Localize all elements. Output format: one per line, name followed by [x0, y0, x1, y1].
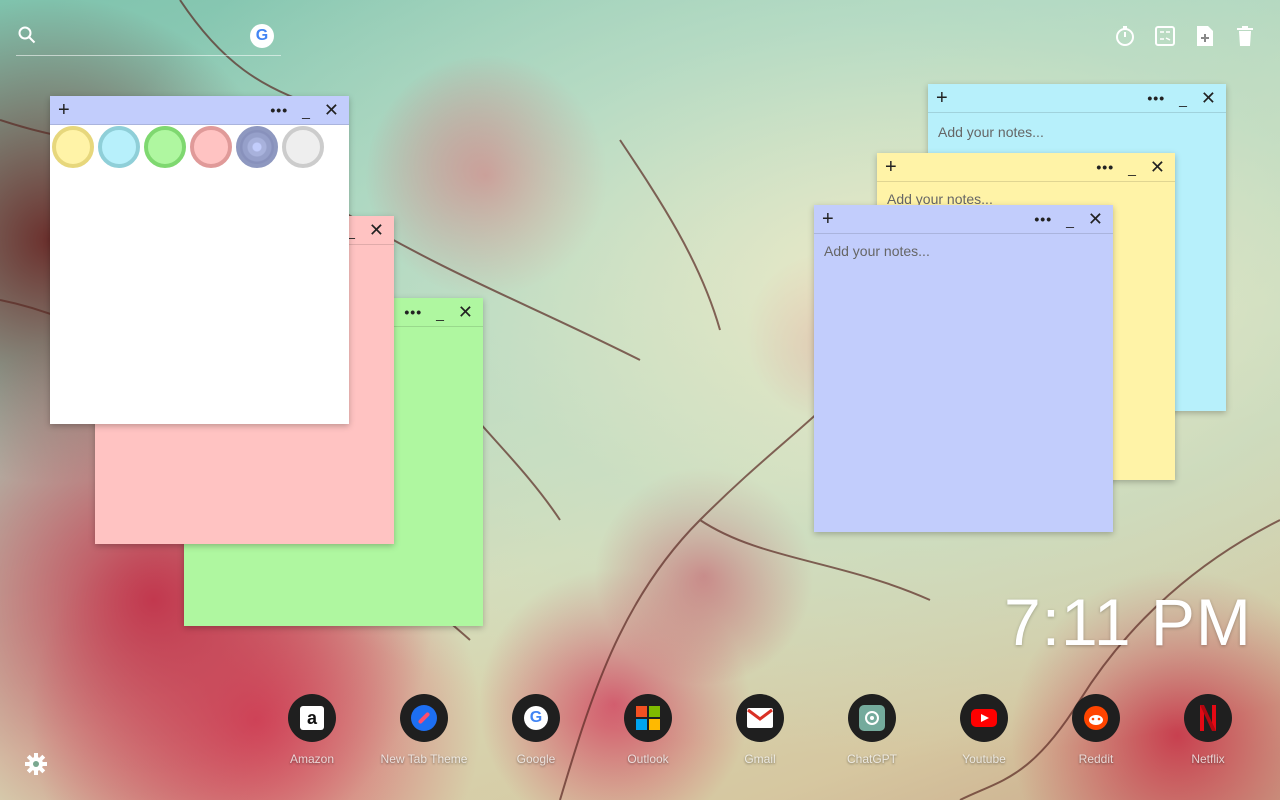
trash-icon[interactable] [1234, 24, 1256, 48]
sticky-note-white[interactable]: + ••• _ ✕ [50, 96, 349, 424]
app-label: Google [516, 752, 556, 766]
more-options-button[interactable]: ••• [404, 305, 422, 319]
app-outlook[interactable]: Outlook [598, 694, 698, 766]
netflix-icon [1184, 694, 1232, 742]
color-swatch-green[interactable] [144, 126, 186, 168]
app-netflix[interactable]: Netflix [1158, 694, 1258, 766]
app-youtube[interactable]: Youtube [934, 694, 1034, 766]
note-header: + ••• _ ✕ [928, 84, 1226, 113]
add-note-button[interactable]: + [936, 86, 948, 110]
calculator-icon[interactable] [1154, 24, 1176, 48]
app-label: Reddit [1078, 752, 1114, 766]
app-label: New Tab Theme [380, 752, 468, 766]
color-swatch-cyan[interactable] [98, 126, 140, 168]
note-header: + ••• _ ✕ [814, 205, 1113, 234]
color-swatch-blue[interactable] [236, 126, 278, 168]
close-button[interactable]: ✕ [1201, 89, 1216, 107]
minimize-button[interactable]: _ [1179, 92, 1187, 106]
app-label: Netflix [1191, 752, 1225, 766]
amazon-icon: a [288, 694, 336, 742]
search-underline[interactable] [16, 55, 281, 56]
minimize-button[interactable]: _ [302, 104, 310, 118]
app-gmail[interactable]: Gmail [710, 694, 810, 766]
minimize-button[interactable]: _ [1066, 213, 1074, 227]
color-palette [52, 126, 324, 168]
app-label: Outlook [627, 752, 669, 766]
gear-icon[interactable] [24, 752, 48, 776]
toolbar [1114, 24, 1256, 48]
note-textarea[interactable]: Add your notes... [824, 243, 930, 259]
outlook-icon [624, 694, 672, 742]
sticky-note-blue[interactable]: + ••• _ ✕ Add your notes... [814, 205, 1113, 532]
app-google[interactable]: G Google [486, 694, 586, 766]
app-reddit[interactable]: Reddit [1046, 694, 1146, 766]
app-new-tab-theme[interactable]: New Tab Theme [374, 694, 474, 766]
add-note-button[interactable]: + [822, 207, 834, 231]
chatgpt-icon [848, 694, 896, 742]
minimize-button[interactable]: _ [1128, 161, 1136, 175]
close-button[interactable]: ✕ [1088, 210, 1103, 228]
new-tab-theme-icon [400, 694, 448, 742]
timer-icon[interactable] [1114, 24, 1136, 48]
app-label: ChatGPT [846, 752, 897, 766]
color-swatch-yellow[interactable] [52, 126, 94, 168]
app-amazon[interactable]: a Amazon [262, 694, 362, 766]
more-options-button[interactable]: ••• [270, 103, 288, 117]
note-textarea[interactable]: Add your notes... [938, 124, 1044, 140]
more-options-button[interactable]: ••• [1147, 91, 1165, 105]
app-label: Gmail [744, 752, 776, 766]
gmail-icon [736, 694, 784, 742]
youtube-icon [960, 694, 1008, 742]
add-note-icon[interactable] [1194, 24, 1216, 48]
reddit-icon [1072, 694, 1120, 742]
close-button[interactable]: ✕ [369, 221, 384, 239]
minimize-button[interactable]: _ [436, 306, 444, 320]
add-note-button[interactable]: + [885, 155, 897, 179]
note-header: + ••• _ ✕ [877, 153, 1175, 182]
close-button[interactable]: ✕ [1150, 158, 1165, 176]
clock: 7:11 PM [1004, 585, 1252, 659]
app-dock: a Amazon New Tab Theme G Google Outlook [288, 694, 1256, 774]
more-options-button[interactable]: ••• [1096, 160, 1114, 174]
add-note-button[interactable]: + [58, 98, 70, 122]
app-label: Youtube [962, 752, 1006, 766]
google-icon[interactable]: G [250, 24, 274, 48]
color-swatch-gray[interactable] [282, 126, 324, 168]
google-icon: G [512, 694, 560, 742]
close-button[interactable]: ✕ [324, 101, 339, 119]
search-icon[interactable] [18, 26, 36, 44]
app-chatgpt[interactable]: ChatGPT [822, 694, 922, 766]
color-swatch-pink[interactable] [190, 126, 232, 168]
note-header: + ••• _ ✕ [50, 96, 349, 125]
more-options-button[interactable]: ••• [1034, 212, 1052, 226]
close-button[interactable]: ✕ [458, 303, 473, 321]
app-label: Amazon [289, 752, 335, 766]
